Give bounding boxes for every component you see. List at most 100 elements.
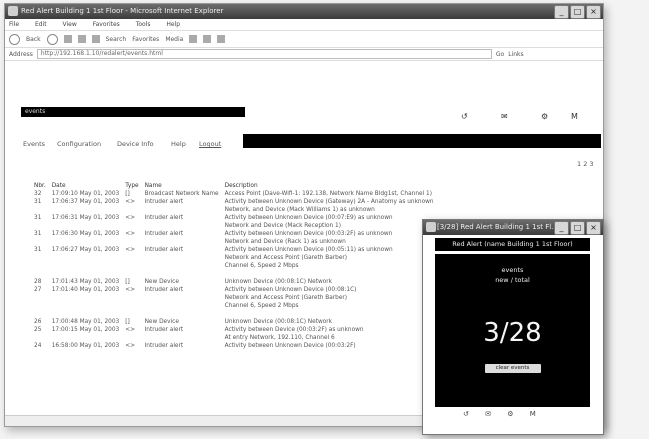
logo-icon[interactable]: M [571, 112, 578, 121]
print-icon[interactable] [217, 35, 226, 43]
table-row[interactable]: 31 17:06:30 May 01, 2003 <> Intruder alert A… [31, 230, 437, 238]
table-row[interactable]: Channel 6, Speed 2 Mbps [31, 302, 437, 310]
table-row[interactable]: 27 17:01:40 May 01, 2003 <> Intruder alert A… [31, 286, 437, 294]
forward-icon[interactable] [46, 33, 58, 45]
cell-description: Activity between Device (00:03:2F) as un… [224, 327, 364, 333]
col-description[interactable]: Description [222, 182, 437, 190]
events-header-bar: events [21, 107, 245, 117]
clear-events-button[interactable]: clear events [484, 364, 541, 373]
menu-view[interactable]: View [63, 21, 77, 28]
cell-name [142, 222, 222, 230]
mail-icon[interactable] [203, 35, 212, 43]
back-icon[interactable] [9, 33, 20, 45]
table-row[interactable]: 24 16:58:00 May 01, 2003 <> Intruder alert A… [31, 342, 437, 350]
cell-type [122, 238, 141, 246]
table-row[interactable]: Network and Device (Mack Reception 1) [31, 222, 437, 230]
table-spacer-row [31, 270, 437, 278]
col-number[interactable]: Nbr. [31, 182, 49, 190]
window-titlebar[interactable]: Red Alert Building 1 1st Floor - Microso… [5, 4, 603, 19]
menu-file[interactable]: File [9, 21, 19, 28]
refresh-icon[interactable]: ↺ [463, 410, 469, 418]
cell-type: <> [125, 327, 135, 333]
popup-close-button[interactable]: × [586, 221, 601, 235]
favorites-button[interactable]: Favorites [132, 36, 159, 43]
table-row[interactable]: Channel 6, Speed 2 Mbps [31, 262, 437, 270]
settings-icon[interactable]: ⚙ [541, 112, 548, 121]
cell-description: Network, and Device (Mack Williams 1) as… [224, 207, 375, 213]
table-row[interactable]: Network, and Device (Mack Williams 1) as… [31, 206, 437, 214]
history-icon[interactable] [189, 35, 198, 43]
menu-help[interactable]: Help [166, 21, 180, 28]
cell-name: Intruder alert [144, 247, 184, 253]
cell-description: Access Point (Dave-Wifi-1: 192.138, Netw… [224, 191, 432, 197]
home-icon[interactable] [91, 35, 100, 43]
col-name[interactable]: Name [142, 182, 222, 190]
search-button[interactable]: Search [106, 36, 127, 43]
popup-banner: Red Alert (name Building 1 1st Floor) [435, 238, 590, 251]
table-row[interactable]: Network and Device (Rack 1) as unknown [31, 238, 437, 246]
cell-name: New Device [144, 279, 179, 285]
refresh-icon[interactable] [77, 35, 86, 43]
cell-date: 16:58:00 May 01, 2003 [51, 343, 120, 349]
events-table-body: 32 17:09:10 May 01, 2003 [] Broadcast Netwo… [31, 190, 437, 350]
go-button[interactable]: Go [496, 51, 504, 58]
table-row[interactable]: At entry Network, 192.110, Channel 6 [31, 334, 437, 342]
popup-minimize-button[interactable]: _ [554, 221, 569, 235]
table-row[interactable]: 28 17:01:43 May 01, 2003 [] New Device Unkno… [31, 278, 437, 286]
cell-number: 31 [34, 199, 42, 205]
nav-events[interactable]: Events [23, 140, 45, 148]
cell-number [31, 294, 49, 302]
links-button[interactable]: Links [508, 51, 523, 58]
cell-date [49, 254, 123, 262]
mail-icon[interactable]: ✉ [485, 410, 491, 418]
nav-device-info[interactable]: Device Info [117, 140, 154, 148]
nav-logout[interactable]: Logout [199, 140, 221, 148]
cell-date: 17:00:15 May 01, 2003 [51, 327, 120, 333]
menu-favorites[interactable]: Favorites [93, 21, 120, 28]
table-row[interactable]: Network and Access Point (Gareth Barber) [31, 294, 437, 302]
cell-type [122, 302, 141, 310]
cell-date: 17:09:10 May 01, 2003 [51, 191, 120, 197]
table-row[interactable]: 31 17:06:37 May 01, 2003 <> Intruder alert A… [31, 198, 437, 206]
table-row[interactable]: 32 17:09:10 May 01, 2003 [] Broadcast Netwo… [31, 190, 437, 198]
refresh-icon[interactable]: ↺ [461, 112, 468, 121]
cell-number [31, 302, 49, 310]
col-date[interactable]: Date [49, 182, 123, 190]
cell-name [142, 302, 222, 310]
table-row[interactable]: 31 17:06:27 May 01, 2003 <> Intruder alert A… [31, 246, 437, 254]
cell-description: Activity between Unknown Device (00:05:1… [224, 247, 393, 253]
back-button[interactable]: Back [26, 36, 41, 43]
cell-type [122, 294, 141, 302]
cell-description: Unknown Device (00:08:1C) Network [224, 279, 333, 285]
cell-type [122, 206, 141, 214]
cell-number: 28 [34, 279, 42, 285]
address-input[interactable]: http://192.168.1.10/redalert/events.html [36, 49, 492, 59]
close-button[interactable]: × [586, 5, 601, 19]
logo-icon[interactable]: M [530, 410, 536, 418]
cell-name [142, 254, 222, 262]
nav-help[interactable]: Help [171, 140, 186, 148]
menu-edit[interactable]: Edit [35, 21, 47, 28]
cell-name [142, 262, 222, 270]
stop-icon[interactable] [63, 35, 72, 43]
media-button[interactable]: Media [165, 36, 183, 43]
pager[interactable]: 1 2 3 [577, 160, 594, 168]
mail-icon[interactable]: ✉ [501, 112, 508, 121]
cell-number [31, 222, 49, 230]
nav-configuration[interactable]: Configuration [57, 140, 101, 148]
table-row[interactable]: 25 17:00:15 May 01, 2003 <> Intruder alert A… [31, 326, 437, 334]
minimize-button[interactable]: _ [554, 5, 569, 19]
cell-description: Activity between Unknown Device (00:03:2… [224, 343, 356, 349]
table-row[interactable]: Network and Access Point (Gareth Barber) [31, 254, 437, 262]
cell-description: Network and Access Point (Gareth Barber) [224, 295, 348, 301]
cell-type: [] [125, 279, 130, 285]
col-type[interactable]: Type [122, 182, 141, 190]
popup-titlebar[interactable]: [3/28] Red Alert Building 1 1st Fl... _ … [423, 220, 603, 235]
cell-name [142, 334, 222, 342]
settings-icon[interactable]: ⚙ [507, 410, 513, 418]
popup-maximize-button[interactable]: □ [570, 221, 585, 235]
menu-tools[interactable]: Tools [136, 21, 151, 28]
table-row[interactable]: 26 17:00:48 May 01, 2003 [] New Device Unkno… [31, 318, 437, 326]
table-row[interactable]: 31 17:06:31 May 01, 2003 <> Intruder alert A… [31, 214, 437, 222]
maximize-button[interactable]: □ [570, 5, 585, 19]
